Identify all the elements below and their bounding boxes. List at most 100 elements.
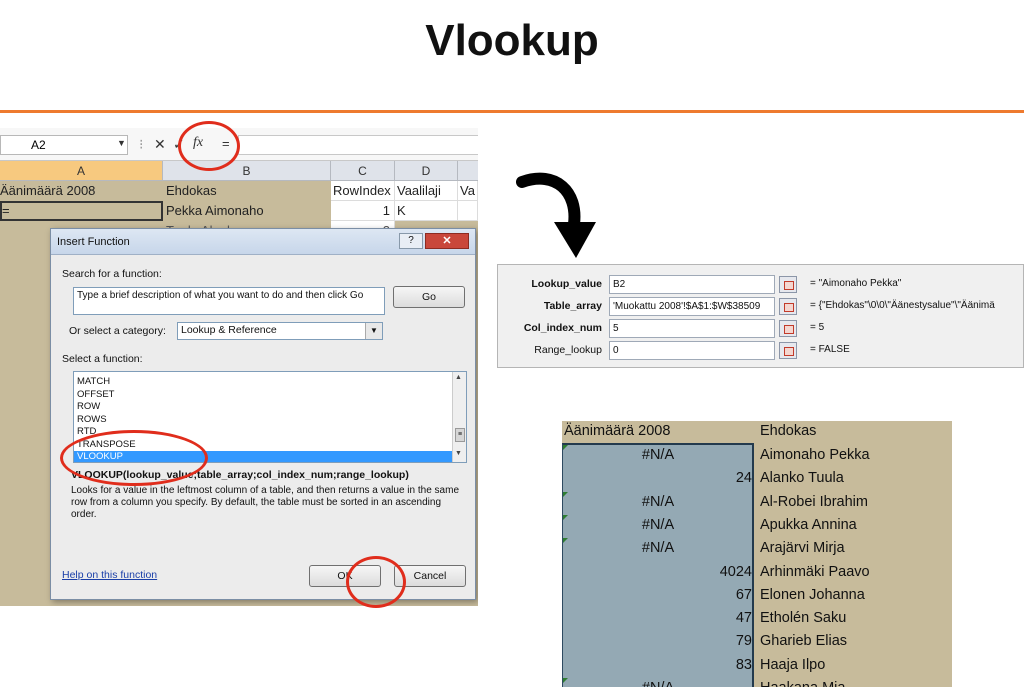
cell-d2[interactable]: K	[395, 201, 458, 221]
name-box[interactable]: A2	[0, 135, 128, 155]
range-select-icon[interactable]	[779, 320, 797, 337]
function-item-match[interactable]: MATCH	[74, 376, 466, 389]
title-rule	[0, 110, 1024, 113]
vote-count-cell[interactable]: #N/A	[562, 540, 754, 556]
range-select-icon[interactable]	[779, 342, 797, 359]
candidate-name-cell[interactable]: Aimonaho Pekka	[760, 447, 870, 463]
cell-a1[interactable]: Äänimäärä 2008	[0, 181, 163, 201]
range-select-icon[interactable]	[779, 298, 797, 315]
category-label: Or select a category:	[69, 325, 166, 337]
arg-row-col-index-num: Col_index_num 5 = 5	[498, 319, 1023, 339]
formula-input[interactable]	[238, 135, 478, 155]
arg-input[interactable]: 'Muokattu 2008'!$A$1:$W$38509	[609, 297, 775, 316]
scroll-down-icon[interactable]: ▼	[455, 450, 462, 457]
close-button[interactable]: ✕	[425, 233, 469, 249]
candidate-name-cell[interactable]: Apukka Annina	[760, 517, 857, 533]
go-button[interactable]: Go	[393, 286, 465, 308]
function-list-scrollbar[interactable]: ▲ ≡ ▼	[452, 372, 466, 462]
candidate-name-cell[interactable]: Arhinmäki Paavo	[760, 564, 870, 580]
table-row[interactable]: #N/A Al-Robei Ibrahim	[562, 491, 952, 515]
excel-screenshot: A2 ▼ ⁝ ✕ ✓ fx = A B C D Äänimäärä 2008 E…	[0, 128, 478, 606]
candidate-name-cell[interactable]: Arajärvi Mirja	[760, 540, 845, 556]
candidate-name-cell[interactable]: Al-Robei Ibrahim	[760, 494, 868, 510]
column-header-c[interactable]: C	[331, 161, 395, 181]
arg-result: = {"Ehdokas"\0\0\"Äänestysalue"\"Äänimä	[810, 300, 995, 311]
cancel-icon[interactable]: ✕	[154, 136, 166, 153]
scroll-up-icon[interactable]: ▲	[455, 374, 462, 381]
arg-label: Col_index_num	[523, 322, 602, 334]
function-item-rows[interactable]: ROWS	[74, 414, 466, 427]
arg-input[interactable]: B2	[609, 275, 775, 294]
results-table: Äänimäärä 2008 Ehdokas #N/A Aimonaho Pekk…	[562, 421, 952, 687]
cell-c1[interactable]: RowIndex	[331, 181, 395, 201]
chevron-down-icon[interactable]: ▼	[365, 323, 382, 339]
candidate-name-cell[interactable]: Gharieb Elias	[760, 633, 847, 649]
table-row[interactable]: 24 Alanko Tuula	[562, 468, 952, 491]
function-arguments-panel: Lookup_value B2 = "Aimonaho Pekka" Table…	[497, 264, 1024, 368]
candidate-name-cell[interactable]: Alanko Tuula	[760, 470, 844, 486]
vote-count-cell[interactable]: 4024	[562, 564, 752, 580]
vote-count-cell[interactable]: 24	[562, 470, 752, 486]
arg-label: Table_array	[543, 300, 602, 312]
help-on-function-link[interactable]: Help on this function	[62, 569, 157, 581]
function-item-row[interactable]: ROW	[74, 401, 466, 414]
arg-result: = 5	[810, 322, 825, 333]
active-cell-outline	[0, 201, 163, 221]
scroll-thumb[interactable]: ≡	[455, 428, 465, 442]
results-header-votes: Äänimäärä 2008	[564, 423, 671, 439]
candidate-name-cell[interactable]: Haakana Mia	[760, 680, 845, 687]
vote-count-cell[interactable]: 47	[562, 610, 752, 626]
annotation-circle-vlookup	[60, 430, 208, 486]
chevron-down-icon[interactable]: ▼	[117, 138, 126, 148]
results-header-candidate: Ehdokas	[760, 423, 817, 439]
arg-row-table-array: Table_array 'Muokattu 2008'!$A$1:$W$3850…	[498, 297, 1023, 317]
table-row[interactable]: 4024 Arhinmäki Paavo	[562, 562, 952, 585]
vote-count-cell[interactable]: #N/A	[562, 447, 754, 463]
annotation-circle-ok	[346, 556, 406, 608]
vote-count-cell[interactable]: 83	[562, 657, 752, 673]
table-row[interactable]: #N/A Arajärvi Mirja	[562, 538, 952, 561]
cell-d1[interactable]: Vaalilaji	[395, 181, 458, 201]
column-header-d[interactable]: D	[395, 161, 458, 181]
range-select-icon[interactable]	[779, 276, 797, 293]
column-header-e[interactable]	[458, 161, 478, 181]
cell-b2[interactable]: Pekka Aimonaho	[166, 201, 331, 221]
select-function-label: Select a function:	[62, 353, 143, 365]
cell-e2[interactable]	[458, 201, 478, 221]
curved-arrow-icon	[516, 172, 596, 258]
dialog-title: Insert Function	[57, 236, 130, 248]
arg-result: = FALSE	[810, 344, 850, 355]
table-row[interactable]: 67 Elonen Johanna	[562, 585, 952, 608]
table-row[interactable]: #N/A Haakana Mia	[562, 678, 952, 687]
vote-count-cell[interactable]: #N/A	[562, 494, 754, 510]
help-button[interactable]: ?	[399, 233, 423, 249]
arg-input[interactable]: 5	[609, 319, 775, 338]
cell-c2[interactable]: 1	[331, 201, 395, 221]
search-label: Search for a function:	[62, 268, 162, 280]
vote-count-cell[interactable]: 79	[562, 633, 752, 649]
table-row[interactable]: #N/A Apukka Annina	[562, 514, 952, 538]
table-row[interactable]: 47 Etholén Saku	[562, 608, 952, 631]
cell-e1[interactable]: Va	[458, 181, 478, 201]
candidate-name-cell[interactable]: Elonen Johanna	[760, 587, 865, 603]
arg-label: Lookup_value	[531, 278, 602, 290]
table-row[interactable]: 83 Haaja Ilpo	[562, 655, 952, 678]
table-row[interactable]: #N/A Aimonaho Pekka	[562, 445, 952, 468]
vote-count-cell[interactable]: 67	[562, 587, 752, 603]
search-function-input[interactable]: Type a brief description of what you wan…	[73, 287, 385, 315]
candidate-name-cell[interactable]: Haaja Ilpo	[760, 657, 825, 673]
arg-input[interactable]: 0	[609, 341, 775, 360]
column-header-a[interactable]: A	[0, 161, 163, 181]
cell-b1[interactable]: Ehdokas	[166, 181, 331, 201]
function-item-offset[interactable]: OFFSET	[74, 389, 466, 402]
insert-function-dialog: Insert Function ? ✕ Search for a functio…	[50, 228, 476, 600]
arg-row-lookup-value: Lookup_value B2 = "Aimonaho Pekka"	[498, 275, 1023, 295]
arg-result: = "Aimonaho Pekka"	[810, 278, 902, 289]
dialog-titlebar[interactable]: Insert Function ? ✕	[51, 229, 475, 255]
category-select[interactable]: Lookup & Reference	[177, 322, 383, 340]
vote-count-cell[interactable]: #N/A	[562, 680, 754, 687]
vote-count-cell[interactable]: #N/A	[562, 517, 754, 533]
table-row[interactable]: 79 Gharieb Elias	[562, 631, 952, 654]
candidate-name-cell[interactable]: Etholén Saku	[760, 610, 846, 626]
divider-icon: ⁝	[139, 136, 144, 152]
